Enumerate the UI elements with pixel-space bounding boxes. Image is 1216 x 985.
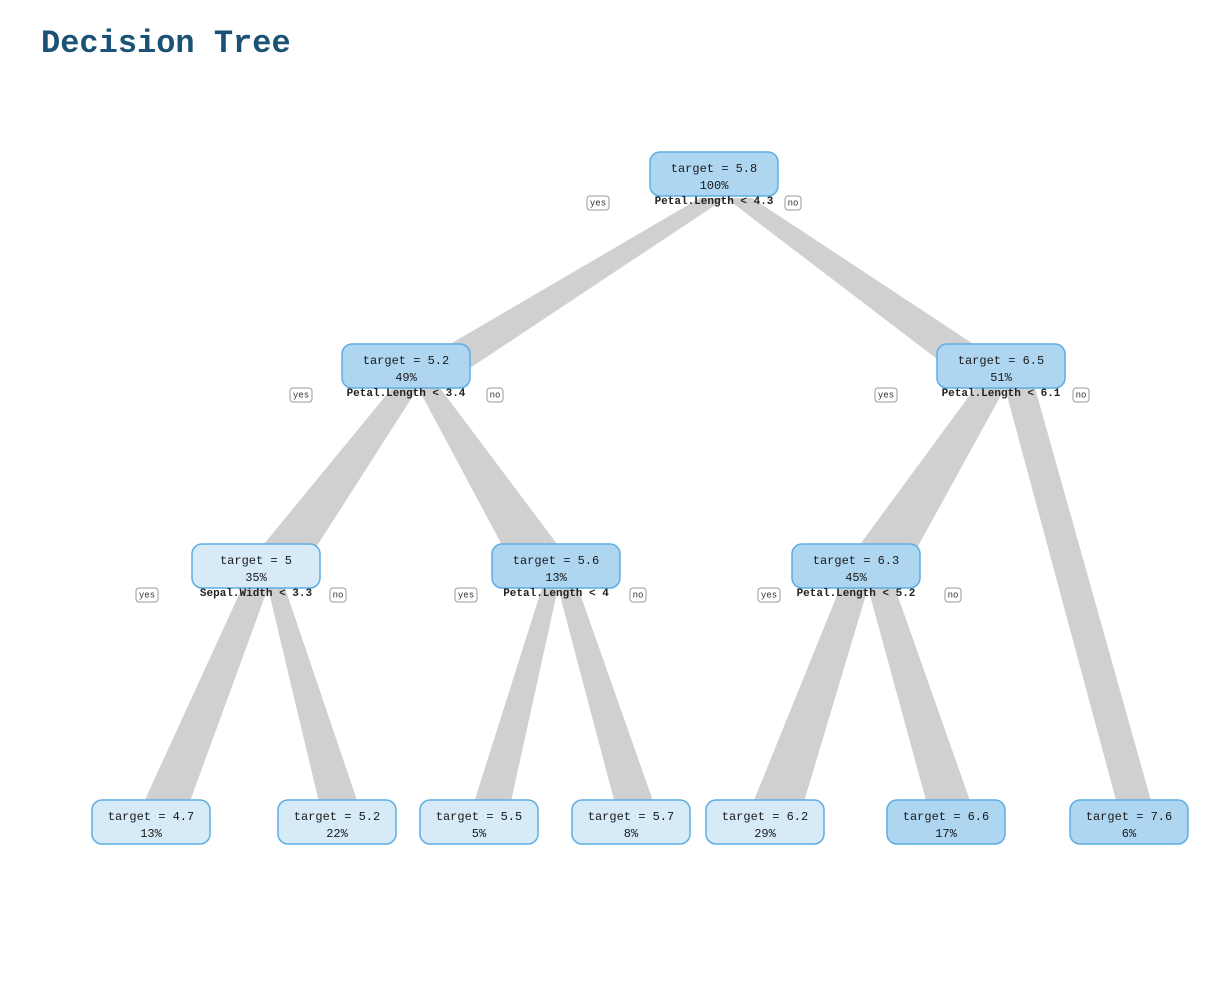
- svg-text:no: no: [333, 590, 344, 600]
- svg-text:Petal.Length < 5.2: Petal.Length < 5.2: [797, 588, 916, 600]
- node-r1: target = 6.5 51% yes Petal.Length < 6.1 …: [875, 344, 1089, 402]
- svg-text:Petal.Length < 6.1: Petal.Length < 6.1: [942, 388, 1061, 400]
- node-lll3: target = 4.7 13%: [92, 800, 210, 844]
- node-lrr3: target = 5.7 8%: [572, 800, 690, 844]
- svg-text:6%: 6%: [1122, 827, 1137, 841]
- edge-ll2-llr3: [268, 588, 362, 815]
- svg-text:target = 5.6: target = 5.6: [513, 554, 599, 568]
- svg-text:no: no: [490, 390, 501, 400]
- svg-text:5%: 5%: [472, 827, 487, 841]
- node-lrl3: target = 5.5 5%: [420, 800, 538, 844]
- svg-text:no: no: [948, 590, 959, 600]
- svg-text:13%: 13%: [140, 827, 162, 841]
- svg-text:Petal.Length < 3.4: Petal.Length < 3.4: [347, 388, 466, 400]
- node-llr3: target = 5.2 22%: [278, 800, 396, 844]
- svg-text:yes: yes: [761, 590, 777, 600]
- svg-text:no: no: [633, 590, 644, 600]
- svg-text:Petal.Length < 4.3: Petal.Length < 4.3: [655, 196, 774, 208]
- svg-text:35%: 35%: [245, 571, 267, 585]
- node-lr2: target = 5.6 13% yes Petal.Length < 4 no: [455, 544, 646, 602]
- edge-rl2-rll3: [748, 588, 868, 815]
- svg-text:target = 4.7: target = 4.7: [108, 810, 194, 824]
- node-ll2: target = 5 35% yes Sepal.Width < 3.3 no: [136, 544, 346, 602]
- node-root: target = 5.8 100% yes Petal.Length < 4.3…: [587, 152, 801, 210]
- svg-text:target = 7.6: target = 7.6: [1086, 810, 1172, 824]
- node-rlr3: target = 6.6 17%: [887, 800, 1005, 844]
- node-rl2: target = 6.3 45% yes Petal.Length < 5.2 …: [758, 544, 961, 602]
- svg-text:no: no: [788, 198, 799, 208]
- svg-text:49%: 49%: [395, 371, 417, 385]
- svg-text:target = 5: target = 5: [220, 554, 292, 568]
- svg-text:yes: yes: [139, 590, 155, 600]
- edge-lr2-lrl3: [470, 588, 558, 815]
- svg-text:45%: 45%: [845, 571, 867, 585]
- svg-text:target = 6.5: target = 6.5: [958, 354, 1044, 368]
- page-title: Decision Tree: [41, 25, 291, 62]
- svg-text:51%: 51%: [990, 371, 1012, 385]
- edge-ll2-lll3: [138, 588, 268, 815]
- svg-text:no: no: [1076, 390, 1087, 400]
- svg-text:target = 5.2: target = 5.2: [294, 810, 380, 824]
- svg-text:Petal.Length < 4: Petal.Length < 4: [503, 588, 609, 600]
- tree-svg: target = 5.8 100% yes Petal.Length < 4.3…: [0, 80, 1216, 980]
- tree-container: target = 5.8 100% yes Petal.Length < 4.3…: [0, 80, 1216, 980]
- svg-text:yes: yes: [590, 198, 606, 208]
- svg-text:100%: 100%: [700, 179, 730, 193]
- svg-text:target = 5.5: target = 5.5: [436, 810, 522, 824]
- svg-text:target = 6.2: target = 6.2: [722, 810, 808, 824]
- svg-text:yes: yes: [458, 590, 474, 600]
- node-rr3: target = 7.6 6%: [1070, 800, 1188, 844]
- svg-text:22%: 22%: [326, 827, 348, 841]
- edge-rl2-rlr3: [868, 588, 975, 815]
- svg-text:8%: 8%: [624, 827, 639, 841]
- svg-text:target = 5.8: target = 5.8: [671, 162, 757, 176]
- svg-text:yes: yes: [878, 390, 894, 400]
- svg-text:target = 6.6: target = 6.6: [903, 810, 989, 824]
- svg-text:target = 6.3: target = 6.3: [813, 554, 899, 568]
- svg-text:Sepal.Width < 3.3: Sepal.Width < 3.3: [200, 588, 313, 600]
- svg-text:target = 5.2: target = 5.2: [363, 354, 449, 368]
- svg-text:target = 5.7: target = 5.7: [588, 810, 674, 824]
- edge-r1-rr3: [1005, 388, 1155, 815]
- svg-text:13%: 13%: [545, 571, 567, 585]
- node-rll3: target = 6.2 29%: [706, 800, 824, 844]
- svg-text:17%: 17%: [935, 827, 957, 841]
- svg-text:yes: yes: [293, 390, 309, 400]
- edge-lr2-lrr3: [558, 588, 658, 815]
- svg-text:29%: 29%: [754, 827, 776, 841]
